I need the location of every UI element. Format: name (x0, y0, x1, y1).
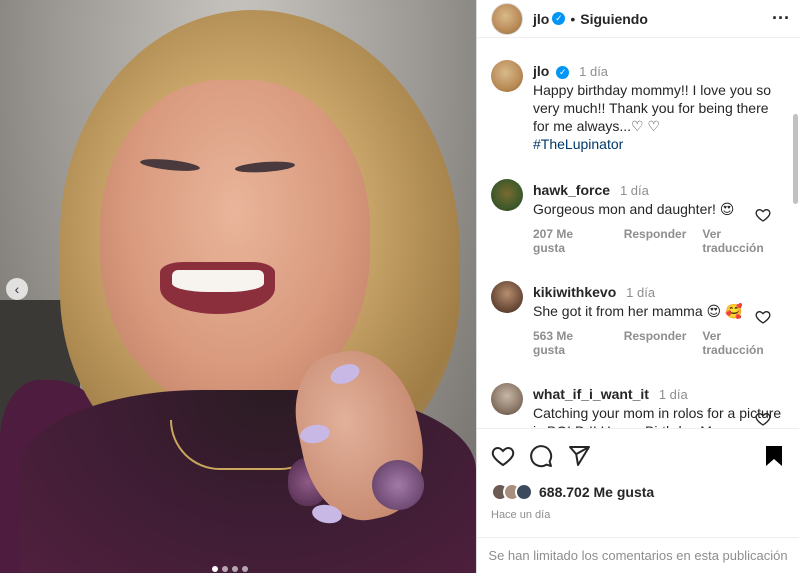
comment-likes[interactable]: 207 Me gusta (533, 227, 608, 255)
post-header: jlo ✓ • Siguiendo ··· (477, 0, 800, 38)
bookmark-icon[interactable] (763, 444, 785, 468)
like-heart-icon[interactable] (491, 444, 515, 468)
caption-text: Happy birthday mommy!! I love you so ver… (533, 82, 772, 134)
caption-time[interactable]: 1 día (579, 64, 608, 79)
comment-username[interactable]: what_if_i_want_it (533, 386, 649, 402)
comment-time[interactable]: 1 día (620, 183, 649, 198)
comment-username[interactable]: hawk_force (533, 182, 610, 198)
post-actions: 688.702 Me gusta Hace un día (477, 428, 799, 521)
comments-scrollbar[interactable] (793, 52, 798, 422)
verified-icon: ✓ (556, 65, 570, 79)
photo-ring (372, 460, 424, 510)
comment-heart-icon[interactable] (755, 411, 771, 427)
commenter-avatar[interactable] (491, 281, 523, 313)
carousel-dot (222, 566, 228, 572)
separator-dot: • (570, 10, 576, 27)
reply-button[interactable]: Responder (624, 227, 687, 255)
comment-likes[interactable]: 563 Me gusta (533, 329, 608, 357)
comment-time[interactable]: 1 día (659, 387, 688, 402)
liker-avatar (515, 483, 533, 501)
carousel-dot (212, 566, 218, 572)
carousel-dot (232, 566, 238, 572)
comment-heart-icon[interactable] (755, 309, 771, 325)
carousel-dot (242, 566, 248, 572)
verified-icon: ✓ (552, 12, 566, 25)
author-avatar[interactable] (491, 2, 523, 35)
comment-item: what_if_i_want_it 1 día Catching your mo… (491, 371, 785, 428)
photo-teeth (172, 270, 264, 292)
caption: jlo ✓ 1 día Happy birthday mommy!! I lov… (491, 48, 785, 153)
comment-text: She got it from her mamma 😍 🥰 (533, 303, 743, 319)
carousel-dots (212, 566, 248, 572)
comments-list: jlo ✓ 1 día Happy birthday mommy!! I lov… (477, 48, 799, 428)
comment-time[interactable]: 1 día (626, 285, 655, 300)
liker-avatars[interactable] (491, 483, 533, 501)
translate-button[interactable]: Ver traducción (702, 227, 785, 255)
likes-count[interactable]: 688.702 Me gusta (539, 484, 654, 500)
author-avatar[interactable] (491, 60, 523, 92)
comment-item: kikiwithkevo 1 día She got it from her m… (491, 269, 785, 357)
translate-button[interactable]: Ver traducción (702, 329, 785, 357)
comment-text: Catching your mom in rolos for a picture… (533, 405, 782, 428)
share-send-icon[interactable] (567, 444, 591, 468)
comment-bubble-icon[interactable] (529, 444, 553, 468)
post-photo[interactable]: ‹ (0, 0, 476, 573)
comment-text: Gorgeous mon and daughter! 😍 (533, 201, 735, 217)
commenter-avatar[interactable] (491, 179, 523, 211)
comment-username[interactable]: kikiwithkevo (533, 284, 616, 300)
post-side-panel: jlo ✓ • Siguiendo ··· jlo ✓ 1 día Happy … (476, 0, 800, 573)
following-button[interactable]: Siguiendo (580, 11, 648, 27)
reply-button[interactable]: Responder (624, 329, 687, 357)
more-options-icon[interactable]: ··· (772, 8, 790, 29)
comment-heart-icon[interactable] (755, 207, 771, 223)
author-username[interactable]: jlo (533, 11, 549, 27)
caption-hashtag[interactable]: #TheLupinator (533, 135, 785, 153)
comment-item: hawk_force 1 día Gorgeous mon and daught… (491, 167, 785, 255)
post-timestamp[interactable]: Hace un día (491, 509, 785, 521)
comments-limited-notice: Se han limitado los comentarios en esta … (477, 537, 799, 564)
commenter-avatar[interactable] (491, 383, 523, 415)
scrollbar-thumb[interactable] (793, 114, 798, 204)
caption-username[interactable]: jlo (533, 63, 549, 79)
carousel-prev-button[interactable]: ‹ (6, 278, 28, 300)
